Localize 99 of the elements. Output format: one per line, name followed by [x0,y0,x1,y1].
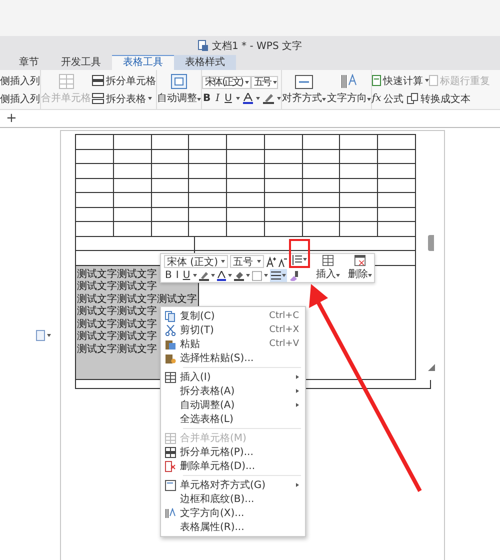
table-icon [165,372,176,382]
insert-button[interactable]: 插入 [314,255,342,281]
underline-button[interactable]: U [182,269,192,282]
menu-item[interactable]: 拆分单元格(P)... [161,445,305,459]
menu-item[interactable]: 复制(C) Ctrl+C [161,309,305,323]
document-icon [36,330,45,341]
font-size-field[interactable]: 五号 [251,76,278,88]
auto-fit-icon [171,74,187,89]
ribbon-tab[interactable]: 表格工具 [112,55,174,70]
caret-icon [273,80,277,84]
cell-text: 测试文字测试文字 [77,344,157,356]
menu-item[interactable]: 剪切(T) Ctrl+X [161,323,305,337]
split-cells-icon [92,75,104,86]
delete-button[interactable]: 删除 [346,255,374,281]
ribbon-tab[interactable]: 章节 [8,55,50,70]
shrink-font-icon [278,256,287,267]
font-color-icon [217,270,226,280]
caret-icon [303,258,307,261]
menu-item[interactable]: 表格属性(R)... [161,520,305,534]
split-cells-button[interactable]: 拆分单元格 [92,74,156,88]
caret-icon [47,334,51,337]
paste-icon [165,338,176,350]
cell-text: 测试文字测试文字测试文字 [77,294,197,306]
cell-text: 测试文字测试文字 [77,281,157,294]
window-title: 文档1 * - WPS 文字 [212,40,302,52]
new-tab-button[interactable]: + [0,111,23,126]
caret-icon [336,274,340,277]
cell-text: 测试文字测试文字 [77,331,157,344]
menu-item[interactable]: 全选表格(L) [161,412,305,426]
calculator-icon [372,75,381,86]
ribbon-tab[interactable]: 表格样式 [174,55,236,70]
font-size-field[interactable]: 五号 [230,255,264,268]
highlighter-icon [262,92,274,104]
table-handle[interactable] [428,235,434,251]
caret-icon [257,260,261,263]
caret-icon [197,98,201,101]
font-name-field[interactable]: 宋体 (正文) [202,76,251,88]
grow-font-icon [266,256,276,267]
caret-icon [236,96,240,100]
text-direction-icon [340,74,357,89]
menu-item[interactable]: 删除单元格(D)... [161,459,305,473]
paste-special-icon [165,352,176,364]
italic-button[interactable]: I [174,269,180,282]
caret-icon [282,274,286,277]
font-name-field[interactable]: 宋体 (正文) [164,255,228,268]
split-table-icon [92,93,104,104]
menu-item[interactable]: 拆分表格(A) [161,384,305,398]
menu-item[interactable]: 选择性粘贴(S)... [161,351,305,365]
insert-column-button[interactable]: 侧插入列 [0,92,40,106]
caret-icon [221,260,225,263]
caret-icon [322,98,326,100]
bold-button[interactable]: B [202,92,212,104]
alignment-button[interactable]: 对齐方式 [282,74,326,104]
line-spacing-button[interactable] [291,253,308,266]
caret-icon [368,274,372,277]
insert-column-button[interactable]: 侧插入列 [0,74,40,88]
merge-cells-icon [165,432,176,444]
document-icon [198,40,208,51]
text-direction-icon [165,508,176,518]
shading-icon [234,270,244,280]
menu-item[interactable]: 插入(I) [161,370,305,384]
convert-to-text-button[interactable]: 转换成文本 [407,92,470,106]
align-icon [271,271,282,280]
convert-icon [407,93,418,104]
split-cells-icon [165,446,176,458]
scissors-icon [165,324,176,336]
caret-icon [148,97,152,100]
formula-button[interactable]: fx 公式 [372,92,404,106]
caret-icon [246,274,250,277]
merge-cells-icon [58,74,74,89]
font-color-icon [242,92,253,104]
cell-text: 测试文字测试文字 [77,268,157,280]
document-icon [428,75,438,86]
caret-icon [276,96,281,100]
split-table-button[interactable]: 拆分表格 [92,92,156,106]
format-painter-icon [289,270,300,280]
menu-item[interactable]: 粘贴 Ctrl+V [161,337,305,351]
menu-item[interactable]: 单元格对齐方式(G) [161,478,305,492]
menu-item[interactable]: 文字方向(X)... [161,506,305,520]
line-spacing-icon [292,254,302,264]
cell-text: 测试文字测试文字 [77,318,157,330]
italic-button[interactable]: I [214,92,221,104]
underline-button[interactable]: U [224,92,233,104]
delete-cells-icon [165,460,176,472]
bold-button[interactable]: B [164,269,173,282]
caret-icon [366,98,371,101]
align-button[interactable] [270,269,288,282]
resize-handle-icon [428,364,435,371]
cell-text: 测试文字测试文字 [77,306,157,318]
alignment-icon [294,74,313,88]
cell-align-icon [165,480,176,490]
highlighter-icon [199,270,210,280]
caret-icon [256,96,260,100]
ribbon-tab[interactable]: 开发工具 [50,55,112,70]
auto-fit-button[interactable]: 自动调整 [157,74,201,105]
copy-icon [165,310,176,322]
border-icon [252,270,262,280]
menu-item[interactable]: 自动调整(A) [161,398,305,412]
menu-item[interactable]: 边框和底纹(B)... [161,492,305,506]
